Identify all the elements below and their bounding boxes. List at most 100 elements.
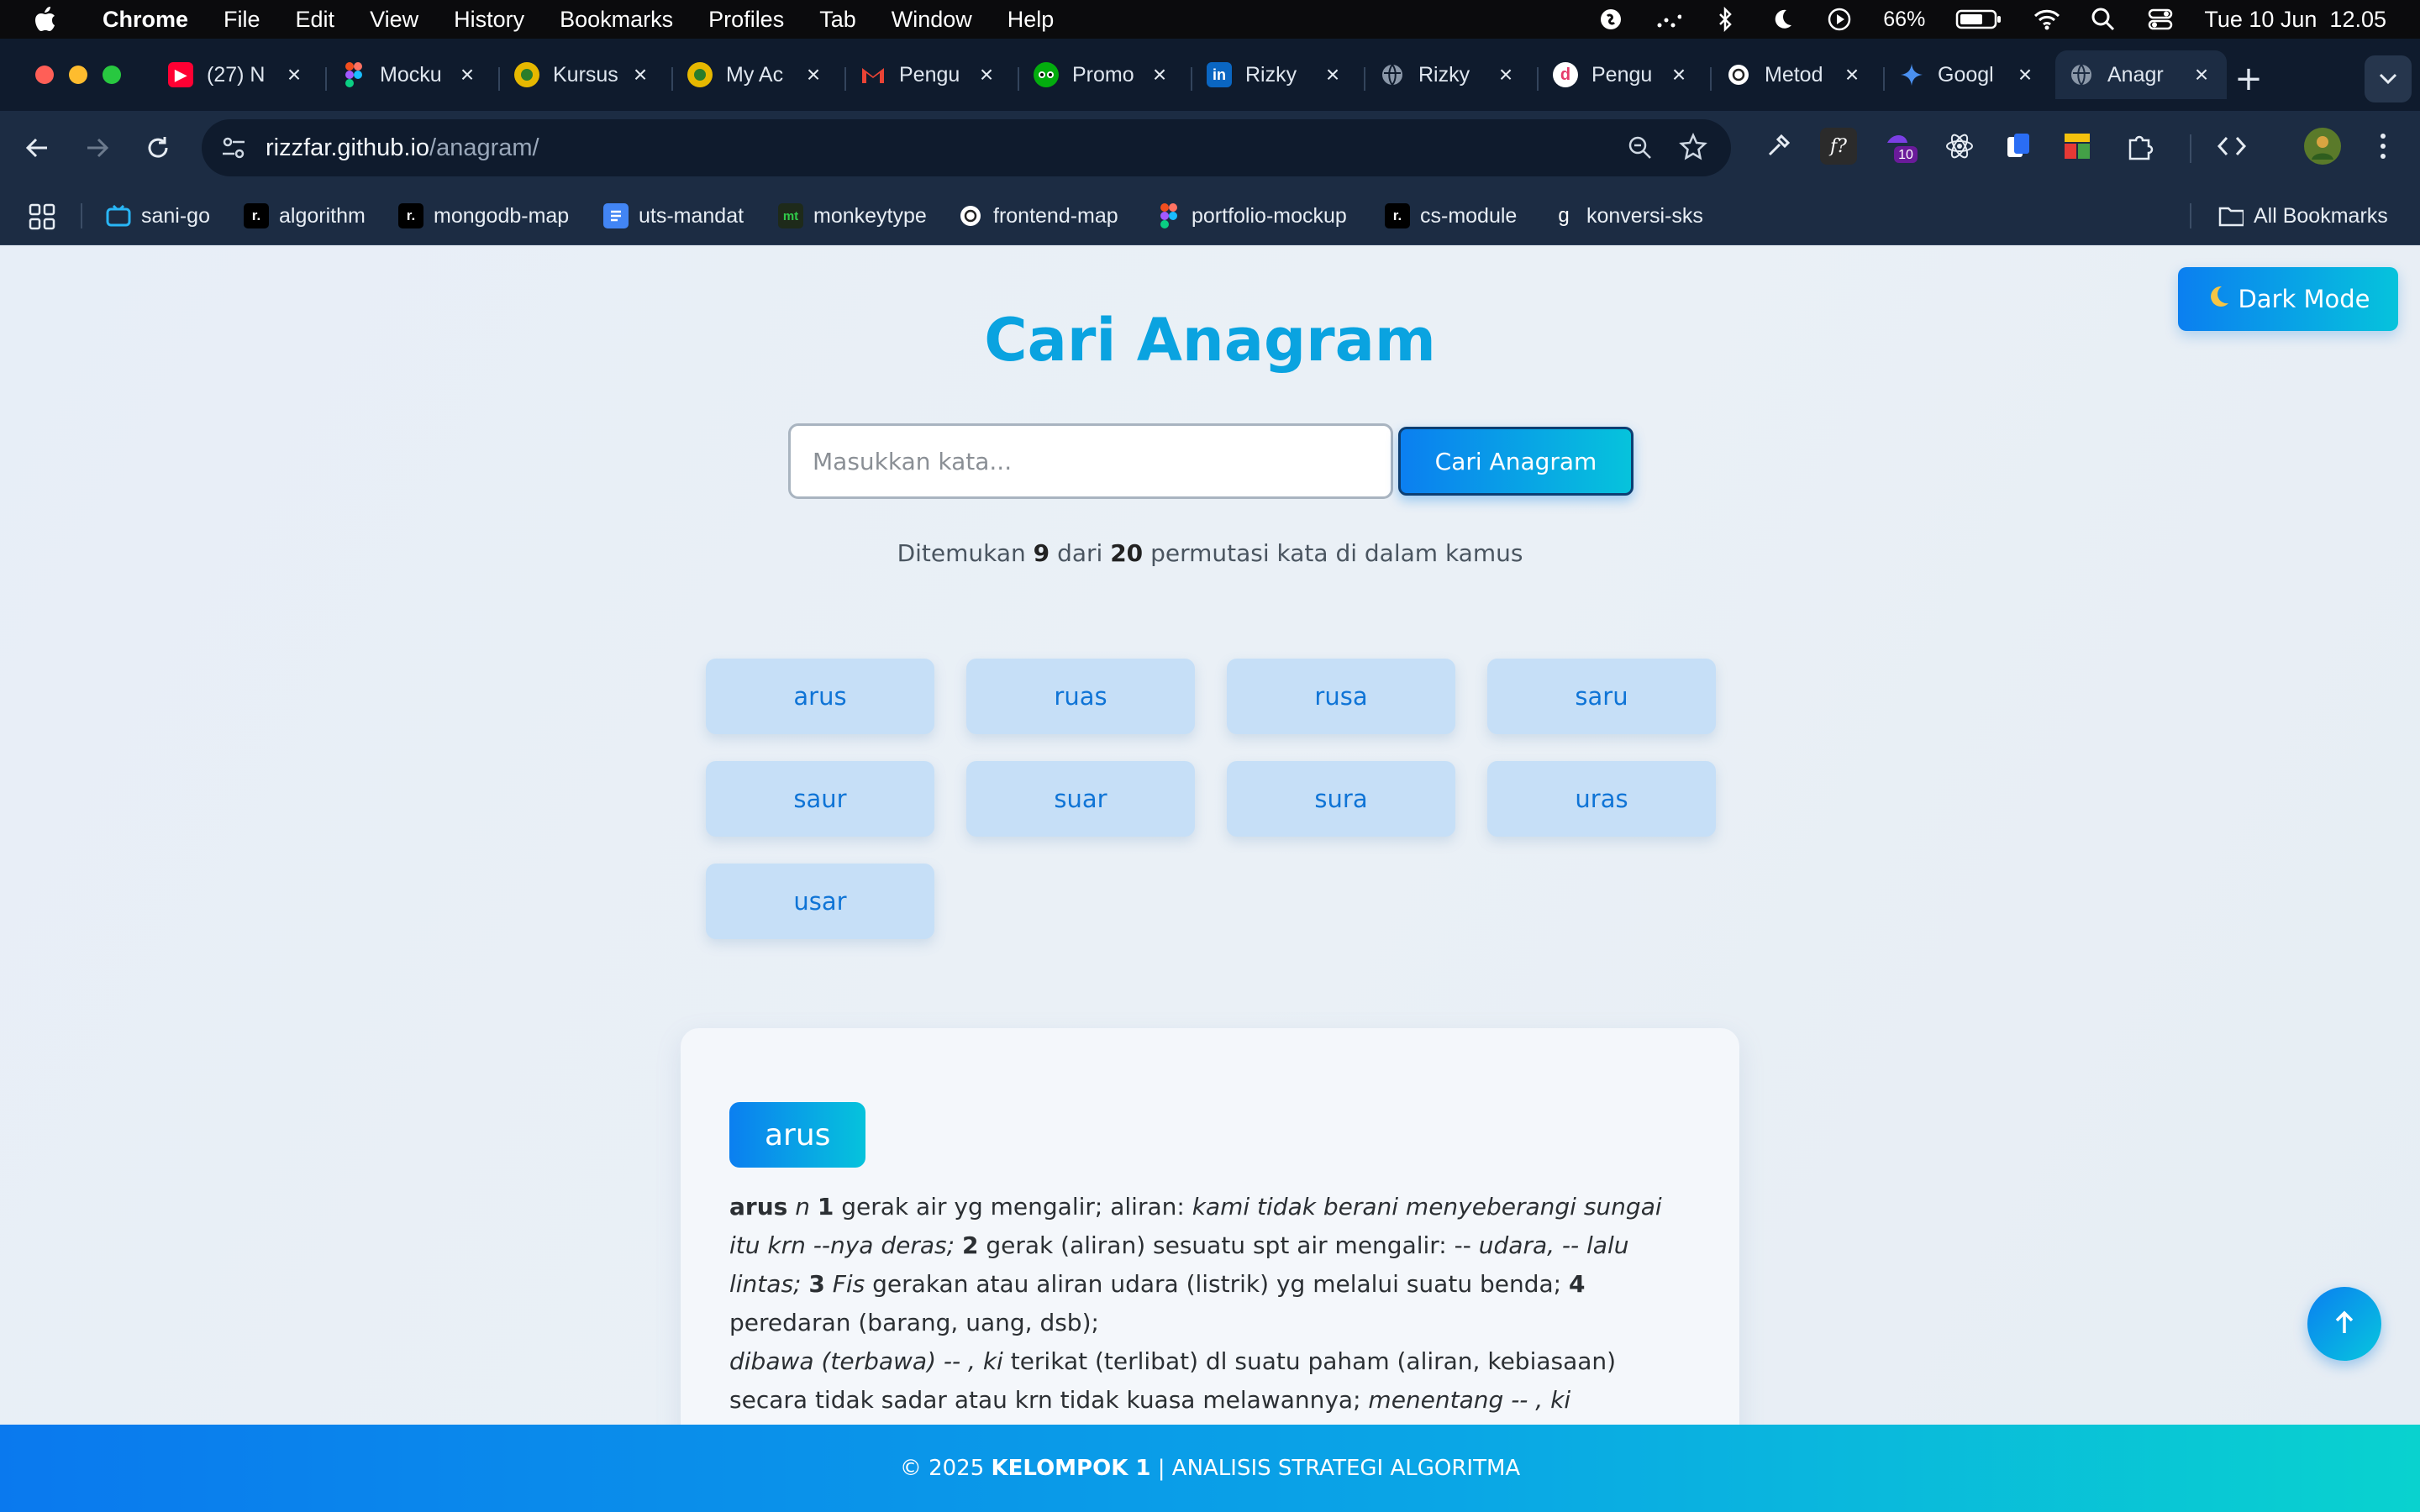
anagram-chip[interactable]: saru xyxy=(1487,659,1716,734)
menu-edit[interactable]: Edit xyxy=(296,7,335,33)
scroll-to-top-button[interactable] xyxy=(2307,1287,2381,1361)
activity-dots-icon[interactable] xyxy=(1655,6,1682,33)
bookmark-konversi-sks[interactable]: g konversi-sks xyxy=(1551,202,1703,230)
bookmark-cs-module[interactable]: r. cs-module xyxy=(1385,202,1517,230)
new-tab-plus-icon[interactable]: + xyxy=(2230,62,2267,99)
control-center-icon[interactable] xyxy=(2147,6,2174,33)
tab-close-icon[interactable]: × xyxy=(1840,63,1864,87)
bookmark-star-icon[interactable] xyxy=(1679,132,1707,165)
university-icon xyxy=(514,62,539,87)
bookmark-frontend-map[interactable]: frontend-map xyxy=(958,202,1118,230)
menu-help[interactable]: Help xyxy=(1007,7,1055,33)
anagram-chip[interactable]: usar xyxy=(706,864,934,939)
focus-moon-icon[interactable] xyxy=(1769,6,1796,33)
font-finder-extension-icon[interactable]: f? xyxy=(1820,128,1857,165)
forward-arrow-icon[interactable] xyxy=(81,131,114,165)
tab-promo[interactable]: Promo × xyxy=(1020,50,1185,99)
address-bar[interactable]: rizzfar.github.io/anagram/ xyxy=(202,119,1731,176)
profile-avatar[interactable] xyxy=(2304,128,2341,165)
bookmark-sani-go[interactable]: sani-go xyxy=(106,202,210,230)
tab-close-icon[interactable]: × xyxy=(1667,63,1691,87)
tab-close-icon[interactable]: × xyxy=(455,63,479,87)
tab-close-icon[interactable]: × xyxy=(2190,63,2213,87)
tab-close-icon[interactable]: × xyxy=(282,63,306,87)
window-zoom-button[interactable] xyxy=(103,66,121,84)
openai-icon xyxy=(1726,62,1751,87)
tab-separator xyxy=(1364,67,1365,91)
tab-dicoding[interactable]: d Pengu × xyxy=(1539,50,1704,99)
all-bookmarks-folder[interactable]: All Bookmarks xyxy=(2218,202,2388,230)
tab-youtube[interactable]: ▶ (27) N × xyxy=(155,50,319,99)
spotlight-search-icon[interactable] xyxy=(2090,6,2117,33)
menu-app-chrome[interactable]: Chrome xyxy=(103,7,188,33)
tab-figma-mockup[interactable]: Mocku × xyxy=(328,50,492,99)
anagram-chip[interactable]: rusa xyxy=(1227,659,1455,734)
react-devtools-icon[interactable] xyxy=(1941,128,1978,165)
tab-rizky-site[interactable]: Rizky × xyxy=(1366,50,1531,99)
menu-history[interactable]: History xyxy=(454,7,524,33)
bookmark-monkeytype[interactable]: mt monkeytype xyxy=(778,202,927,230)
tab-close-icon[interactable]: × xyxy=(1148,63,1171,87)
tab-close-icon[interactable]: × xyxy=(802,63,825,87)
wifi-icon[interactable] xyxy=(2033,6,2060,33)
eyedropper-extension-icon[interactable] xyxy=(1760,128,1797,165)
color-contrast-extension-icon[interactable] xyxy=(2059,128,2096,165)
tab-close-icon[interactable]: × xyxy=(629,63,652,87)
tab-linkedin[interactable]: in Rizky × xyxy=(1193,50,1358,99)
summary-suffix: permutasi kata di dalam kamus xyxy=(1150,539,1523,567)
bookmark-algorithm[interactable]: r. algorithm xyxy=(244,202,366,230)
zoom-magnifier-icon[interactable] xyxy=(1627,134,1654,165)
bookmark-mongodb-map[interactable]: r. mongodb-map xyxy=(398,202,569,230)
tab-close-icon[interactable]: × xyxy=(1321,63,1344,87)
search-anagram-button[interactable]: Cari Anagram xyxy=(1398,427,1634,496)
footer-copyright: © 2025 xyxy=(899,1456,992,1481)
window-minimize-button[interactable] xyxy=(69,66,87,84)
bookmark-portfolio-mockup[interactable]: portfolio-mockup xyxy=(1156,202,1347,230)
chrome-menu-kebab-icon[interactable] xyxy=(2365,128,2402,165)
tab-title: Rizky xyxy=(1418,62,1470,87)
tab-search-chevron-icon[interactable] xyxy=(2365,55,2412,102)
bilibili-icon xyxy=(106,203,131,228)
extensions-puzzle-icon[interactable] xyxy=(2121,128,2158,165)
anagram-chip[interactable]: suar xyxy=(966,761,1195,837)
back-arrow-icon[interactable] xyxy=(20,131,54,165)
menu-window[interactable]: Window xyxy=(892,7,972,33)
site-info-icon[interactable] xyxy=(220,134,247,165)
apple-logo-icon[interactable] xyxy=(34,7,57,32)
now-playing-icon[interactable] xyxy=(1826,6,1853,33)
copy-extension-icon[interactable] xyxy=(2000,128,2037,165)
menu-profiles[interactable]: Profiles xyxy=(708,7,784,33)
menu-file[interactable]: File xyxy=(224,7,260,33)
tab-anagram-active[interactable]: Anagr × xyxy=(2055,50,2227,99)
reload-icon[interactable] xyxy=(141,131,175,165)
menu-tab[interactable]: Tab xyxy=(819,7,856,33)
tab-my-account[interactable]: My Ac × xyxy=(674,50,839,99)
menubar-clock[interactable]: Tue 10 Jun 12.05 xyxy=(2204,7,2386,33)
anagram-chip[interactable]: saur xyxy=(706,761,934,837)
bookmark-uts-mandat[interactable]: uts-mandat xyxy=(603,202,744,230)
tab-gmail[interactable]: Pengu × xyxy=(847,50,1012,99)
extension-badge-icon[interactable]: 10 xyxy=(1882,128,1919,165)
menu-bookmarks[interactable]: Bookmarks xyxy=(560,7,673,33)
tab-close-icon[interactable]: × xyxy=(975,63,998,87)
shazam-icon[interactable] xyxy=(1597,6,1624,33)
anagram-chip[interactable]: sura xyxy=(1227,761,1455,837)
bluetooth-icon[interactable] xyxy=(1712,6,1739,33)
tab-close-icon[interactable]: × xyxy=(2013,63,2037,87)
devtools-code-icon[interactable] xyxy=(2213,128,2250,165)
anagram-chip[interactable]: uras xyxy=(1487,761,1716,837)
anagram-chip[interactable]: arus xyxy=(706,659,934,734)
url-text: rizzfar.github.io/anagram/ xyxy=(266,134,539,162)
tab-close-icon[interactable]: × xyxy=(1494,63,1518,87)
window-close-button[interactable] xyxy=(35,66,54,84)
menu-view[interactable]: View xyxy=(370,7,418,33)
tab-title: Googl xyxy=(1938,62,1994,87)
anagram-chip[interactable]: ruas xyxy=(966,659,1195,734)
apps-grid-icon[interactable] xyxy=(29,203,55,236)
tab-title: Pengu xyxy=(1591,62,1653,87)
battery-icon[interactable] xyxy=(1955,6,2002,33)
word-search-input[interactable] xyxy=(788,423,1393,499)
tab-google-gemini[interactable]: Googl × xyxy=(1886,50,2050,99)
tab-chatgpt[interactable]: Metod × xyxy=(1712,50,1877,99)
tab-kursus[interactable]: Kursus × xyxy=(501,50,666,99)
